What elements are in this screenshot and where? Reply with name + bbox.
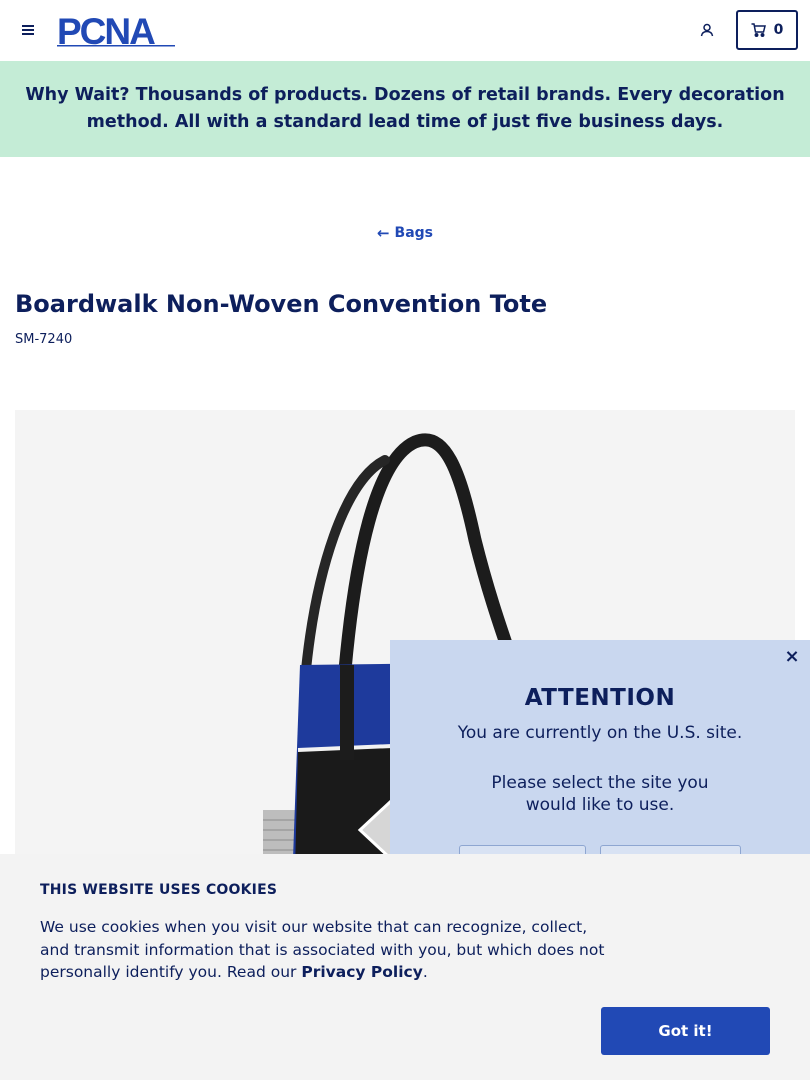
product-title: Boardwalk Non-Woven Convention Tote (15, 290, 548, 318)
cart-icon (751, 23, 766, 37)
cookie-banner: THIS WEBSITE USES COOKIES We use cookies… (0, 854, 810, 1080)
close-icon[interactable]: × (782, 647, 802, 667)
site-header: PCNA 0 (0, 0, 810, 61)
logo-text: PCNA (57, 14, 155, 48)
attention-title: ATTENTION (524, 685, 676, 711)
cart-button[interactable]: 0 (736, 10, 798, 50)
current-site-text: You are currently on the U.S. site. (457, 723, 743, 743)
privacy-policy-link[interactable]: Privacy Policy (301, 963, 423, 981)
hamburger-menu-icon[interactable] (18, 19, 38, 41)
breadcrumb-back-link[interactable]: ← Bags (0, 224, 810, 242)
cart-count: 0 (773, 22, 784, 38)
arrow-left-icon: ← (376, 224, 390, 242)
breadcrumb-label: Bags (394, 225, 434, 241)
pcna-logo[interactable]: PCNA (57, 11, 177, 52)
site-select-prompt: Please select the site you would like to… (491, 773, 709, 815)
cookie-banner-title: THIS WEBSITE USES COOKIES (40, 882, 278, 898)
promo-banner: Why Wait? Thousands of products. Dozens … (0, 61, 810, 157)
promo-banner-text: Why Wait? Thousands of products. Dozens … (25, 85, 785, 132)
account-icon[interactable] (696, 19, 718, 41)
cookie-text-period: . (422, 963, 428, 981)
cookie-banner-text: We use cookies when you visit our websit… (40, 916, 620, 984)
accept-cookies-button[interactable]: Got it! (601, 1007, 770, 1055)
product-sku: SM-7240 (15, 332, 73, 347)
